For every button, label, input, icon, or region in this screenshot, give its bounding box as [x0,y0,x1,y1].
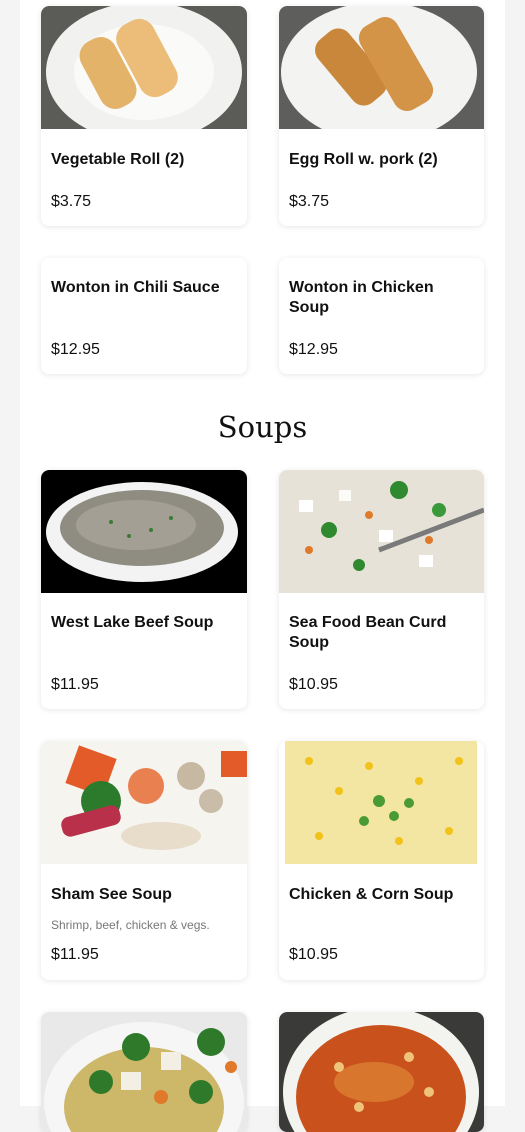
menu-item-card[interactable]: Wonton in Chicken Soup $12.95 [279,258,484,374]
item-price: $3.75 [51,193,92,210]
item-price: $11.95 [51,676,99,693]
egg-roll-photo [279,6,484,129]
chicken-corn-soup-photo [279,741,484,864]
item-price: $12.95 [289,341,338,358]
menu-item-card[interactable] [41,1012,247,1132]
item-description: Shrimp, beef, chicken & vegs. [51,918,210,932]
vegetable-soup-photo [41,1012,247,1132]
section-title: Soups [217,410,308,444]
menu-page: Vegetable Roll (2) $3.75 Egg Roll w. por… [20,0,505,1132]
vegetable-roll-photo [41,6,247,129]
item-price: $3.75 [289,193,330,210]
menu-item-card[interactable]: Sea Food Bean Curd Soup $10.95 [279,470,484,709]
item-name: Sea Food Bean Curd Soup [289,614,447,651]
menu-item-card[interactable]: Egg Roll w. pork (2) $3.75 [279,6,484,226]
item-price: $12.95 [51,341,100,358]
item-price: $10.95 [289,946,338,963]
item-name: West Lake Beef Soup [51,614,214,631]
menu-item-card[interactable]: West Lake Beef Soup $11.95 [41,470,247,709]
menu-item-card[interactable]: Sham See Soup Shrimp, beef, chicken & ve… [41,741,247,980]
item-name: Sham See Soup [51,886,172,903]
menu-item-card[interactable]: Wonton in Chili Sauce $12.95 [41,258,247,374]
sham-see-soup-photo [41,741,247,864]
menu-item-card[interactable]: Chicken & Corn Soup $10.95 [279,741,484,980]
menu-item-card[interactable] [279,1012,484,1132]
west-lake-beef-soup-photo [41,470,247,593]
menu-item-card[interactable]: Vegetable Roll (2) $3.75 [41,6,247,226]
item-name: Wonton in Chili Sauce [51,279,220,296]
item-name: Wonton in Chicken Soup [289,279,434,316]
item-price: $11.95 [51,946,99,963]
item-price: $10.95 [289,676,338,693]
sea-food-bean-curd-soup-photo [279,470,484,593]
hot-sour-soup-photo [279,1012,484,1132]
item-name: Egg Roll w. pork (2) [289,151,438,168]
item-name: Vegetable Roll (2) [51,151,185,168]
item-name: Chicken & Corn Soup [289,886,454,903]
